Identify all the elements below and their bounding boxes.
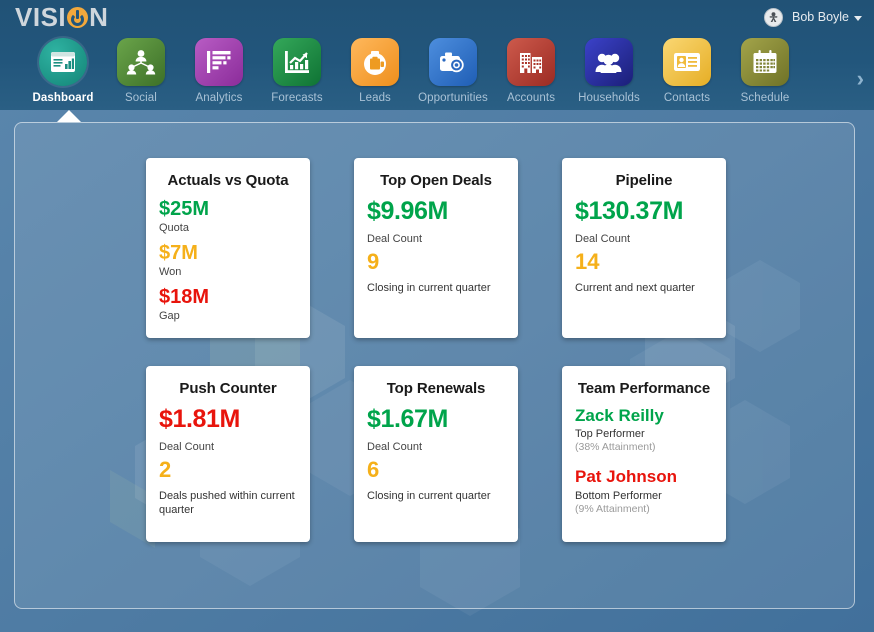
card-caption: Closing in current quarter bbox=[367, 282, 491, 295]
user-menu[interactable]: Bob Boyle bbox=[764, 5, 862, 29]
dashboard-icon bbox=[39, 38, 87, 86]
card-title: Top Open Deals bbox=[380, 172, 492, 189]
card-actuals-vs-quota[interactable]: Actuals vs Quota $25M Quota $7M Won $18M… bbox=[146, 158, 310, 338]
gap-label: Gap bbox=[159, 310, 180, 322]
card-title: Pipeline bbox=[615, 172, 673, 189]
quota-value: $25M bbox=[159, 198, 210, 220]
nav-item-accounts[interactable]: Accounts bbox=[492, 38, 570, 104]
nav-label-households: Households bbox=[578, 92, 640, 104]
nav-item-leads[interactable]: Leads bbox=[336, 38, 414, 104]
bottom-performer-name: Pat Johnson bbox=[575, 467, 678, 487]
nav-label-contacts: Contacts bbox=[663, 92, 711, 104]
quota-label: Quota bbox=[159, 222, 189, 234]
nav-label-leads: Leads bbox=[359, 92, 391, 104]
app-logo[interactable]: VISI N bbox=[15, 2, 108, 32]
deal-count-value: 14 bbox=[575, 249, 600, 274]
active-tab-pointer bbox=[57, 110, 81, 122]
cards-row-2: Push Counter $1.81M Deal Count 2 Deals p… bbox=[146, 366, 726, 542]
top-performer-attainment: (38% Attainment) bbox=[575, 441, 656, 454]
card-top-open-deals[interactable]: Top Open Deals $9.96M Deal Count 9 Closi… bbox=[354, 158, 518, 338]
card-title: Team Performance bbox=[577, 380, 711, 397]
nav-item-schedule[interactable]: Schedule bbox=[726, 38, 804, 104]
card-title: Actuals vs Quota bbox=[167, 172, 289, 189]
nav-scroll-right-icon[interactable]: › bbox=[857, 68, 864, 90]
power-icon bbox=[67, 6, 89, 28]
nav-label-opportunities: Opportunities bbox=[418, 92, 488, 104]
gap-value: $18M bbox=[159, 286, 210, 308]
amount-value: $9.96M bbox=[367, 197, 448, 225]
card-push-counter[interactable]: Push Counter $1.81M Deal Count 2 Deals p… bbox=[146, 366, 310, 542]
amount-value: $1.67M bbox=[367, 405, 448, 433]
dashboard-cards-grid: Actuals vs Quota $25M Quota $7M Won $18M… bbox=[146, 158, 726, 542]
top-performer-block: Zack Reilly Top Performer (38% Attainmen… bbox=[575, 406, 713, 453]
bottom-performer-role: Bottom Performer bbox=[575, 489, 662, 502]
user-avatar-icon bbox=[764, 7, 784, 27]
card-caption: Current and next quarter bbox=[575, 282, 695, 295]
nav-item-opportunities[interactable]: Opportunities bbox=[414, 38, 492, 104]
analytics-icon bbox=[195, 38, 243, 86]
households-icon bbox=[585, 38, 633, 86]
top-performer-role: Top Performer bbox=[575, 428, 645, 441]
deal-count-label: Deal Count bbox=[575, 233, 631, 245]
top-performer-name: Zack Reilly bbox=[575, 406, 664, 425]
card-caption: Closing in current quarter bbox=[367, 490, 491, 503]
card-team-performance[interactable]: Team Performance Zack Reilly Top Perform… bbox=[562, 366, 726, 542]
amount-value: $1.81M bbox=[159, 405, 240, 433]
deal-count-label: Deal Count bbox=[159, 441, 215, 453]
cards-row-1: Actuals vs Quota $25M Quota $7M Won $18M… bbox=[146, 158, 726, 338]
dashboard-panel: Actuals vs Quota $25M Quota $7M Won $18M… bbox=[14, 122, 855, 609]
opportunities-icon bbox=[429, 38, 477, 86]
caret-down-icon[interactable] bbox=[854, 15, 862, 21]
forecasts-icon bbox=[273, 38, 321, 86]
nav-label-dashboard: Dashboard bbox=[32, 92, 94, 104]
deal-count-value: 6 bbox=[367, 457, 380, 482]
leads-icon bbox=[351, 38, 399, 86]
deal-count-label: Deal Count bbox=[367, 441, 423, 453]
nav-label-forecasts: Forecasts bbox=[271, 92, 323, 104]
nav-item-analytics[interactable]: Analytics bbox=[180, 38, 258, 104]
nav-label-analytics: Analytics bbox=[195, 92, 243, 104]
schedule-icon bbox=[741, 38, 789, 86]
won-value: $7M bbox=[159, 242, 198, 264]
nav-item-forecasts[interactable]: Forecasts bbox=[258, 38, 336, 104]
nav-item-contacts[interactable]: Contacts bbox=[648, 38, 726, 104]
contacts-icon bbox=[663, 38, 711, 86]
main-navigation: Dashboard Social Analytics Forecasts Lea… bbox=[24, 38, 804, 104]
deal-count-label: Deal Count bbox=[367, 233, 423, 245]
accounts-icon bbox=[507, 38, 555, 86]
social-icon bbox=[117, 38, 165, 86]
card-caption: Deals pushed within current quarter bbox=[159, 490, 295, 517]
card-title: Push Counter bbox=[179, 380, 277, 397]
user-name-label: Bob Boyle bbox=[792, 10, 849, 24]
card-top-renewals[interactable]: Top Renewals $1.67M Deal Count 6 Closing… bbox=[354, 366, 518, 542]
logo-text-part1: VISI bbox=[15, 2, 67, 32]
bottom-performer-block: Pat Johnson Bottom Performer (9% Attainm… bbox=[575, 467, 713, 514]
top-header-bar: VISI N Bob Boyle Dashboard Social Analyt… bbox=[0, 0, 874, 110]
deal-count-value: 2 bbox=[159, 457, 172, 482]
deal-count-value: 9 bbox=[367, 249, 380, 274]
nav-item-social[interactable]: Social bbox=[102, 38, 180, 104]
nav-label-schedule: Schedule bbox=[740, 92, 790, 104]
card-title: Top Renewals bbox=[386, 380, 486, 397]
won-label: Won bbox=[159, 266, 182, 278]
amount-value: $130.37M bbox=[575, 197, 683, 225]
bottom-performer-attainment: (9% Attainment) bbox=[575, 502, 650, 515]
nav-label-social: Social bbox=[125, 92, 157, 104]
nav-label-accounts: Accounts bbox=[506, 92, 556, 104]
nav-item-households[interactable]: Households bbox=[570, 38, 648, 104]
card-pipeline[interactable]: Pipeline $130.37M Deal Count 14 Current … bbox=[562, 158, 726, 338]
nav-item-dashboard[interactable]: Dashboard bbox=[24, 38, 102, 104]
logo-text-part2: N bbox=[89, 2, 109, 32]
